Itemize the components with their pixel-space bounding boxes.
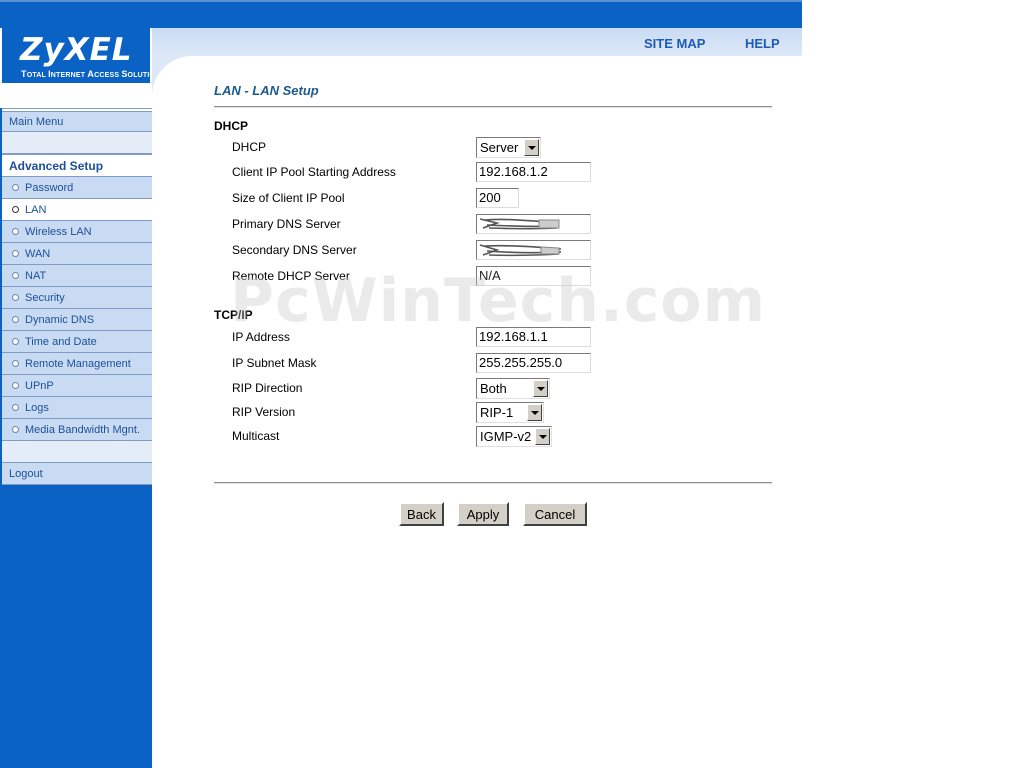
rip-direction-value: Both	[480, 381, 507, 396]
sidebar-item-nat[interactable]: NAT	[2, 265, 152, 287]
rip-direction-select[interactable]: Both	[476, 378, 550, 399]
primary-dns-label: Primary DNS Server	[232, 217, 341, 231]
dhcp-select-value: Server	[480, 140, 519, 155]
sidebar-item-lan[interactable]: LAN	[2, 199, 152, 221]
sidebar-item-upnp[interactable]: UPnP	[2, 375, 152, 397]
sidebar-item-media-bandwidth[interactable]: Media Bandwidth Mgnt.	[2, 419, 152, 441]
radio-icon	[12, 382, 19, 389]
brand-logo: ZyXEL TOTAL INTERNET ACCESS SOLUTION	[2, 28, 160, 83]
back-button[interactable]: Back	[399, 502, 444, 526]
rip-version-select[interactable]: RIP-1	[476, 402, 544, 423]
sidebar-item-label: Media Bandwidth Mgnt.	[25, 423, 140, 436]
radio-icon	[12, 426, 19, 433]
dhcp-select[interactable]: Server	[476, 137, 541, 158]
sidebar-item-label: Time and Date	[25, 335, 97, 348]
chevron-down-icon	[533, 380, 548, 397]
sidebar-item-label: Main Menu	[9, 115, 64, 128]
apply-button[interactable]: Apply	[457, 502, 509, 526]
sidebar-heading-advanced-setup: Advanced Setup	[2, 154, 152, 177]
sidebar-gap	[0, 83, 152, 108]
sidebar-menu: Main Menu Advanced Setup Password LAN Wi…	[2, 108, 152, 485]
pool-size-label: Size of Client IP Pool	[232, 191, 345, 205]
redacted-scribble-icon	[479, 218, 560, 230]
sidebar-item-wan[interactable]: WAN	[2, 243, 152, 265]
radio-icon	[12, 294, 19, 301]
sidebar-item-label: Remote Management	[25, 357, 131, 370]
remote-dhcp-label: Remote DHCP Server	[232, 269, 350, 283]
sidebar-item-dynamic-dns[interactable]: Dynamic DNS	[2, 309, 152, 331]
radio-icon	[12, 206, 19, 213]
rip-version-label: RIP Version	[232, 405, 296, 419]
section-dhcp: DHCP	[214, 119, 249, 133]
section-tcpip: TCP/IP	[214, 308, 253, 322]
brand-tagline: TOTAL INTERNET ACCESS SOLUTION	[21, 69, 161, 79]
multicast-select[interactable]: IGMP-v2	[476, 426, 552, 447]
primary-dns-input[interactable]	[476, 214, 591, 234]
sidebar-item-password[interactable]: Password	[2, 177, 152, 199]
remote-dhcp-input[interactable]: N/A	[476, 266, 591, 286]
multicast-label: Multicast	[232, 429, 280, 443]
radio-icon	[12, 360, 19, 367]
sidebar-heading-label: Advanced Setup	[9, 158, 104, 173]
divider	[214, 482, 772, 484]
sidebar-item-label: Logs	[25, 401, 49, 414]
page-title: LAN - LAN Setup	[214, 83, 319, 98]
radio-icon	[12, 228, 19, 235]
sidebar-item-time-and-date[interactable]: Time and Date	[2, 331, 152, 353]
sidebar-item-wireless-lan[interactable]: Wireless LAN	[2, 221, 152, 243]
ip-address-label: IP Address	[232, 330, 290, 344]
brand-name: ZyXEL	[20, 32, 133, 68]
sidebar-item-label: WAN	[25, 247, 51, 260]
site-map-link[interactable]: SITE MAP	[644, 36, 705, 51]
sidebar-item-logout[interactable]: Logout	[2, 463, 152, 485]
secondary-dns-input[interactable]	[476, 240, 591, 260]
radio-icon	[12, 184, 19, 191]
sidebar-item-main-menu[interactable]: Main Menu	[2, 112, 152, 132]
radio-icon	[12, 250, 19, 257]
ip-address-input[interactable]: 192.168.1.1	[476, 327, 591, 347]
sidebar-item-label: NAT	[25, 269, 47, 282]
sidebar-item-remote-management[interactable]: Remote Management	[2, 353, 152, 375]
sidebar-item-label: Dynamic DNS	[25, 313, 95, 326]
sidebar-item-security[interactable]: Security	[2, 287, 152, 309]
subnet-mask-label: IP Subnet Mask	[232, 356, 317, 370]
radio-icon	[12, 404, 19, 411]
pool-start-input[interactable]: 192.168.1.2	[476, 162, 591, 182]
subnet-mask-input[interactable]: 255.255.255.0	[476, 353, 591, 373]
chevron-down-icon	[527, 404, 542, 421]
redacted-scribble-icon	[479, 244, 561, 257]
multicast-value: IGMP-v2	[480, 429, 532, 444]
sidebar-item-label: Security	[25, 291, 65, 304]
dhcp-label: DHCP	[232, 140, 267, 154]
divider	[214, 106, 772, 108]
menu-blank-row	[2, 132, 152, 154]
chevron-down-icon	[535, 428, 550, 445]
sidebar-item-label: Wireless LAN	[25, 225, 92, 238]
secondary-dns-label: Secondary DNS Server	[232, 243, 357, 257]
top-banner	[0, 0, 802, 28]
radio-icon	[12, 338, 19, 345]
radio-icon	[12, 316, 19, 323]
menu-blank-row	[2, 441, 152, 463]
rip-version-value: RIP-1	[480, 405, 514, 420]
radio-icon	[12, 272, 19, 279]
rip-direction-label: RIP Direction	[232, 381, 303, 395]
chevron-down-icon	[524, 139, 539, 156]
sidebar-item-label: UPnP	[25, 379, 54, 392]
pool-start-label: Client IP Pool Starting Address	[232, 165, 396, 179]
pool-size-input[interactable]: 200	[476, 188, 519, 208]
sidebar-item-label: Password	[25, 181, 74, 194]
sidebar-item-logs[interactable]: Logs	[2, 397, 152, 419]
sidebar-item-label: LAN	[25, 203, 47, 216]
cancel-button[interactable]: Cancel	[523, 502, 587, 526]
help-link[interactable]: HELP	[745, 36, 780, 51]
sidebar-item-label: Logout	[9, 467, 43, 480]
